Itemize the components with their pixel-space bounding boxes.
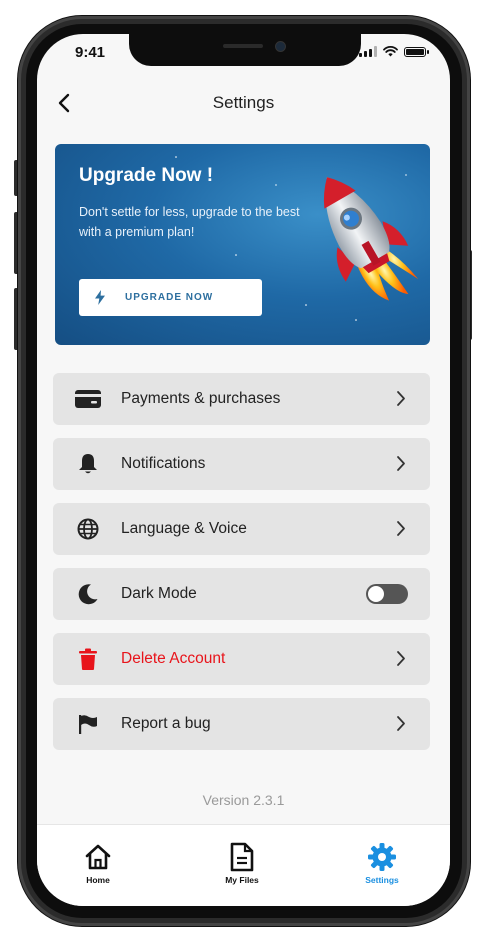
delete-account-label: Delete Account bbox=[121, 650, 226, 667]
language-voice-item[interactable]: Language & Voice bbox=[53, 503, 430, 555]
flag-icon bbox=[75, 714, 101, 734]
upgrade-now-button[interactable]: UPGRADE NOW bbox=[79, 279, 262, 316]
camera bbox=[275, 41, 286, 52]
signal-icon bbox=[359, 46, 377, 57]
trash-icon bbox=[75, 648, 101, 670]
banner-title: Upgrade Now ! bbox=[79, 165, 214, 186]
report-bug-item[interactable]: Report a bug bbox=[53, 698, 430, 750]
notifications-item[interactable]: Notifications bbox=[53, 438, 430, 490]
wifi-icon bbox=[383, 46, 398, 57]
language-voice-label: Language & Voice bbox=[121, 520, 247, 537]
bottom-nav: Home My Files Settings bbox=[37, 824, 450, 906]
chevron-right-icon bbox=[397, 456, 405, 471]
dark-mode-item[interactable]: Dark Mode bbox=[53, 568, 430, 620]
chevron-right-icon bbox=[397, 651, 405, 666]
globe-icon bbox=[75, 518, 101, 540]
report-bug-label: Report a bug bbox=[121, 715, 211, 732]
banner-subtitle: Don't settle for less, upgrade to the be… bbox=[79, 205, 300, 239]
upgrade-now-label: UPGRADE NOW bbox=[125, 292, 214, 303]
rocket-illustration bbox=[323, 177, 419, 301]
version-text: Version 2.3.1 bbox=[202, 792, 285, 808]
status-time: 9:41 bbox=[75, 44, 106, 61]
nav-my-files-label: My Files bbox=[225, 875, 259, 885]
toggle-knob bbox=[368, 586, 384, 602]
chevron-right-icon bbox=[397, 521, 405, 536]
dark-mode-label: Dark Mode bbox=[121, 585, 197, 602]
payments-purchases-item[interactable]: Payments & purchases bbox=[53, 373, 430, 425]
chevron-right-icon bbox=[397, 391, 405, 406]
chevron-right-icon bbox=[397, 716, 405, 731]
nav-my-files[interactable]: My Files bbox=[197, 825, 287, 906]
nav-home[interactable]: Home bbox=[53, 825, 143, 906]
dark-mode-toggle[interactable] bbox=[366, 584, 408, 604]
status-icons bbox=[359, 46, 429, 57]
moon-icon bbox=[75, 583, 101, 605]
nav-settings-label: Settings bbox=[365, 875, 399, 885]
notifications-label: Notifications bbox=[121, 455, 206, 472]
home-icon bbox=[84, 841, 112, 873]
notch bbox=[129, 34, 361, 66]
payments-purchases-label: Payments & purchases bbox=[121, 390, 281, 407]
app-screen: 9:41 Settings Upgrade Now ! Don't settle… bbox=[37, 34, 450, 906]
speaker bbox=[223, 44, 263, 48]
file-icon bbox=[230, 841, 254, 873]
nav-home-label: Home bbox=[86, 875, 110, 885]
battery-icon bbox=[404, 46, 429, 57]
page-title: Settings bbox=[212, 93, 275, 112]
delete-account-item[interactable]: Delete Account bbox=[53, 633, 430, 685]
gear-icon bbox=[367, 841, 397, 873]
upgrade-banner: Upgrade Now ! Don't settle for less, upg… bbox=[55, 144, 430, 345]
bolt-icon bbox=[95, 290, 109, 305]
nav-settings[interactable]: Settings bbox=[337, 825, 427, 906]
bell-icon bbox=[75, 453, 101, 475]
credit-card-icon bbox=[75, 390, 101, 408]
settings-menu: Payments & purchases Notifications Langu… bbox=[53, 373, 430, 763]
